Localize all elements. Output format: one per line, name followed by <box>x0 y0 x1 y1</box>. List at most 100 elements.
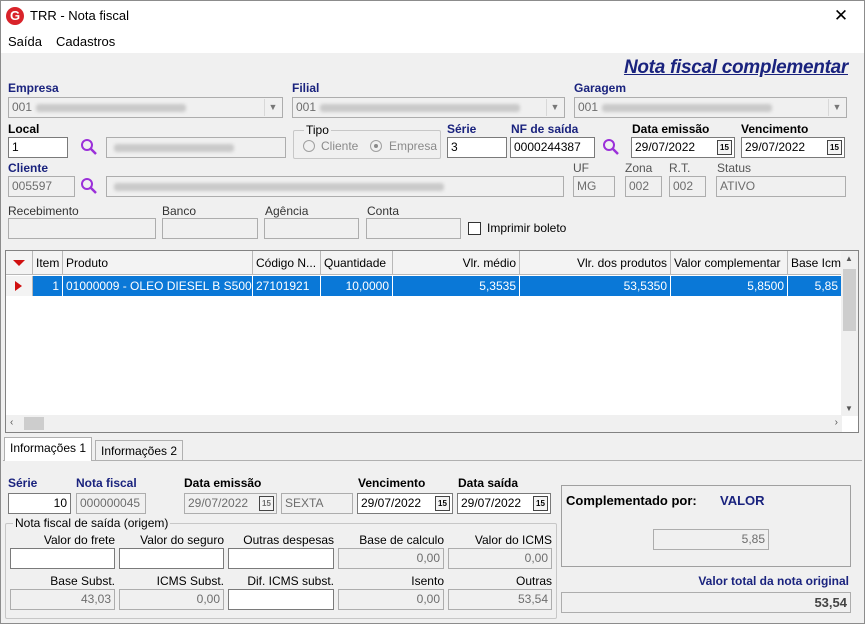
recebimento-label: Recebimento <box>8 204 79 218</box>
isento-field: 0,00 <box>338 589 444 610</box>
row-indicator <box>6 276 33 296</box>
dropdown-arrow-icon <box>13 260 25 266</box>
valor-frete-input[interactable] <box>10 548 115 569</box>
vertical-scrollbar[interactable]: ▲ ▼ <box>841 251 858 416</box>
info-serie-input[interactable]: 10 <box>8 493 71 514</box>
dia-semana-field: SEXTA <box>281 493 353 514</box>
grid-menu-header[interactable] <box>6 251 33 275</box>
scroll-up-icon[interactable]: ▲ <box>845 254 853 263</box>
calendar-icon[interactable]: 15 <box>435 496 450 511</box>
garagem-code: 001 <box>578 100 599 114</box>
valor-frete-label: Valor do frete <box>43 533 115 547</box>
info-data-emissao-label: Data emissão <box>184 476 262 490</box>
tipo-label: Tipo <box>304 123 331 137</box>
col-header-quantidade[interactable]: Quantidade <box>321 251 393 275</box>
tab-informacoes-2[interactable]: Informações 2 <box>95 440 184 462</box>
scroll-right-icon[interactable]: › <box>835 417 838 428</box>
calendar-icon[interactable]: 15 <box>827 140 842 155</box>
valor-seguro-input[interactable] <box>119 548 224 569</box>
title-bar: G TRR - Nota fiscal ✕ <box>1 1 864 31</box>
isento-label: Isento <box>411 574 444 588</box>
chevron-down-icon: ▼ <box>546 99 563 116</box>
uf-label: UF <box>573 161 589 175</box>
scroll-thumb[interactable] <box>843 269 856 331</box>
scroll-left-icon[interactable]: ‹ <box>10 417 13 428</box>
empresa-select[interactable]: 001 ▼ <box>8 97 283 118</box>
search-icon[interactable] <box>80 138 98 156</box>
outras-field: 53,54 <box>448 589 552 610</box>
status-label: Status <box>717 161 752 175</box>
menu-bar: Saída Cadastros <box>1 31 864 53</box>
outras-label: Outras <box>515 574 552 588</box>
cell-valor-complementar: 5,8500 <box>671 276 788 296</box>
calendar-icon[interactable]: 15 <box>533 496 548 511</box>
menu-saida[interactable]: Saída <box>8 34 42 49</box>
cliente-input[interactable]: 005597 <box>8 176 75 197</box>
agencia-field[interactable] <box>264 218 359 239</box>
data-saida-input[interactable]: 29/07/2022 15 <box>457 493 551 514</box>
agencia-label: Agência <box>265 204 309 218</box>
valor-seguro-label: Valor do seguro <box>140 533 224 547</box>
local-input[interactable]: 1 <box>8 137 68 158</box>
info-vencimento-input[interactable]: 29/07/2022 15 <box>357 493 453 514</box>
chevron-down-icon: ▼ <box>264 99 281 116</box>
conta-field[interactable] <box>366 218 461 239</box>
col-header-valor-complementar[interactable]: Valor complementar <box>671 251 788 275</box>
window-title: TRR - Nota fiscal <box>30 8 129 23</box>
info-data-emissao-value: 29/07/2022 <box>188 496 249 510</box>
serie-input[interactable]: 3 <box>447 137 507 158</box>
search-icon[interactable] <box>80 177 98 195</box>
col-header-base-icm[interactable]: Base Icm <box>788 251 842 275</box>
nota-fiscal-field: 000000045 <box>76 493 146 514</box>
dif-icms-label: Dif. ICMS subst. <box>247 574 334 588</box>
filial-select[interactable]: 001 ▼ <box>292 97 565 118</box>
col-header-vlr-medio[interactable]: Vlr. médio <box>393 251 520 275</box>
vencimento-input[interactable]: 29/07/2022 15 <box>741 137 845 158</box>
uf-field: MG <box>573 176 615 197</box>
imprimir-boleto-checkbox[interactable] <box>468 222 481 235</box>
cell-item: 1 <box>33 276 63 296</box>
cell-produto: 01000009 - OLEO DIESEL B S500 <box>63 276 253 296</box>
valor-icms-field: 0,00 <box>448 548 552 569</box>
outras-despesas-input[interactable] <box>228 548 334 569</box>
filial-label: Filial <box>292 81 320 95</box>
calendar-icon[interactable]: 15 <box>259 496 274 511</box>
tipo-empresa-label: Empresa <box>389 139 438 153</box>
nf-saida-input[interactable]: 0000244387 <box>510 137 595 158</box>
horizontal-scrollbar[interactable]: ‹ › <box>6 415 842 432</box>
garagem-label: Garagem <box>574 81 627 95</box>
col-header-vlr-produtos[interactable]: Vlr. dos produtos <box>520 251 671 275</box>
dif-icms-input[interactable] <box>228 589 334 610</box>
tipo-empresa-radio[interactable] <box>370 140 382 152</box>
search-icon[interactable] <box>602 138 620 156</box>
garagem-select[interactable]: 001 ▼ <box>574 97 847 118</box>
hscroll-thumb[interactable] <box>24 417 44 430</box>
complementado-value: VALOR <box>720 493 765 508</box>
banco-label: Banco <box>162 204 197 218</box>
nota-fiscal-label: Nota fiscal <box>76 476 137 490</box>
data-emissao-input[interactable]: 29/07/2022 15 <box>631 137 735 158</box>
data-emissao-value: 29/07/2022 <box>635 140 696 154</box>
recebimento-field[interactable] <box>8 218 156 239</box>
col-header-item[interactable]: Item <box>33 251 63 275</box>
base-subst-field: 43,03 <box>10 589 115 610</box>
close-button[interactable]: ✕ <box>826 5 856 27</box>
serie-label: Série <box>447 122 477 136</box>
base-subst-label: Base Subst. <box>50 574 115 588</box>
zona-field: 002 <box>625 176 662 197</box>
tipo-cliente-radio[interactable] <box>303 140 315 152</box>
calendar-icon[interactable]: 15 <box>717 140 732 155</box>
base-calculo-label: Base de calculo <box>359 533 444 547</box>
banco-field[interactable] <box>162 218 258 239</box>
tab-informacoes-1[interactable]: Informações 1 <box>4 437 93 461</box>
rt-field: 002 <box>669 176 706 197</box>
menu-cadastros[interactable]: Cadastros <box>56 34 115 49</box>
local-label: Local <box>8 122 40 136</box>
chevron-down-icon: ▼ <box>828 99 845 116</box>
col-header-produto[interactable]: Produto <box>63 251 253 275</box>
scroll-down-icon[interactable]: ▼ <box>845 404 853 413</box>
filial-code: 001 <box>296 100 317 114</box>
col-header-codigo[interactable]: Código N... <box>253 251 321 275</box>
complementado-label: Complementado por: <box>566 493 697 508</box>
vencimento-value: 29/07/2022 <box>745 140 806 154</box>
